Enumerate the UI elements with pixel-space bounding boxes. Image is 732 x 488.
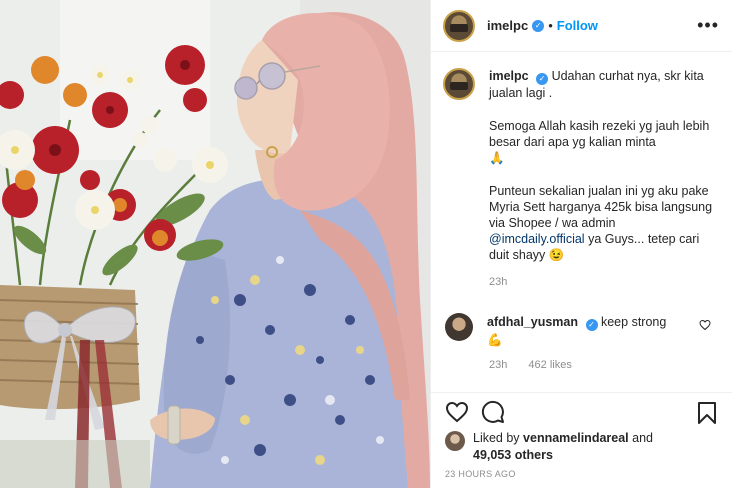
verified-badge-icon: ✓ <box>532 19 545 32</box>
action-bar <box>431 392 732 430</box>
post-side-panel: imelpc ✓ • Follow ••• imelpc ✓ Udahan cu… <box>430 0 732 488</box>
caption-time[interactable]: 23h <box>489 274 717 290</box>
post-username[interactable]: imelpc <box>487 18 528 33</box>
instagram-post: imelpc ✓ • Follow ••• imelpc ✓ Udahan cu… <box>0 0 732 488</box>
mention-link[interactable]: @imcdaily.official <box>489 232 585 246</box>
likes-prefix: Liked by <box>473 431 520 445</box>
more-options-icon[interactable]: ••• <box>697 16 719 34</box>
comment-likes[interactable]: 462 likes <box>528 359 571 371</box>
comment-time[interactable]: 23h <box>489 359 507 371</box>
praying-hands-emoji: 🙏 <box>489 151 505 165</box>
caption-paragraph-2: Semoga Allah kasih rezeki yg jauh lebih … <box>489 119 710 149</box>
post-timestamp[interactable]: 23 HOURS AGO <box>445 469 516 479</box>
comment-like-heart-icon[interactable] <box>699 319 711 331</box>
caption-username[interactable]: imelpc <box>489 69 529 83</box>
comment-avatar[interactable] <box>445 313 473 341</box>
comment-meta: 23h 462 likes <box>489 359 721 371</box>
comment-username[interactable]: afdhal_yusman <box>487 315 578 329</box>
separator-dot: • <box>548 18 553 33</box>
heart-icon[interactable] <box>445 400 469 424</box>
avatar[interactable] <box>443 9 475 42</box>
post-header: imelpc ✓ • Follow ••• <box>431 0 732 52</box>
comment-bubble-icon[interactable] <box>481 400 505 424</box>
follow-button[interactable]: Follow <box>557 18 598 33</box>
caption: imelpc ✓ Udahan curhat nya, skr kita jua… <box>443 68 721 290</box>
comments-section: imelpc ✓ Udahan curhat nya, skr kita jua… <box>431 52 732 392</box>
wink-emoji: 😉 <box>548 248 565 262</box>
likes-text: Liked by vennamelindareal and 49,053 oth… <box>473 430 653 464</box>
flexed-biceps-emoji: 💪 <box>487 333 503 347</box>
bookmark-icon[interactable] <box>695 401 719 425</box>
verified-badge-icon: ✓ <box>585 319 598 331</box>
post-photo[interactable] <box>0 0 430 488</box>
liker-avatar[interactable] <box>445 431 465 451</box>
liker-username[interactable]: vennamelindareal <box>523 431 629 445</box>
caption-avatar[interactable] <box>443 68 475 100</box>
likes-others-count[interactable]: 49,053 others <box>473 448 553 462</box>
comment-text: afdhal_yusman ✓ keep strong 💪 <box>487 313 697 349</box>
comment-body: keep strong <box>600 315 667 329</box>
comment-item: afdhal_yusman ✓ keep strong 💪 <box>443 313 721 349</box>
likes-conjunction: and <box>632 431 653 445</box>
woman-with-flower-basket-image <box>0 0 430 488</box>
likes-summary: Liked by vennamelindareal and 49,053 oth… <box>445 430 725 464</box>
caption-text: imelpc ✓ Udahan curhat nya, skr kita jua… <box>489 68 717 290</box>
verified-badge-icon: ✓ <box>536 73 549 85</box>
caption-paragraph-3: Punteun sekalian jualan ini yg aku pake … <box>489 184 713 230</box>
